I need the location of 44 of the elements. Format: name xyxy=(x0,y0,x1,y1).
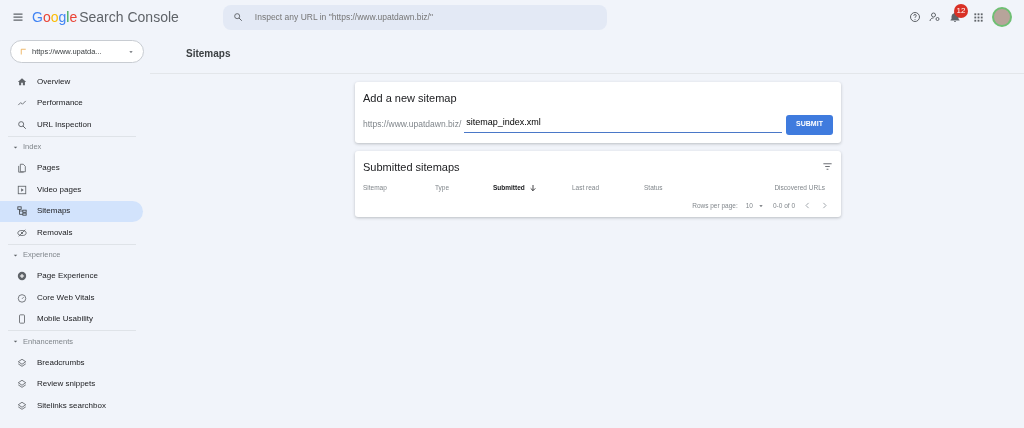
diamond-layers-icon xyxy=(17,379,27,390)
nav-item[interactable]: Sitemaps xyxy=(0,200,143,222)
gauge-icon xyxy=(17,292,27,303)
diamond-layers-icon xyxy=(17,400,27,411)
phone-icon xyxy=(17,314,27,325)
caret-icon xyxy=(12,338,19,345)
card-title: Add a new sitemap xyxy=(363,91,458,106)
notification-count: 12 xyxy=(954,3,968,18)
video-file-icon xyxy=(17,184,27,195)
plus-circle-icon xyxy=(17,271,27,282)
sort-down-arrow-icon xyxy=(528,183,537,192)
filter-icon[interactable] xyxy=(822,161,833,173)
brand-logo: Google xyxy=(32,7,78,27)
product-name: Search Console xyxy=(79,7,179,27)
page-title: Sitemaps xyxy=(150,34,1024,74)
nav-item[interactable]: Overview xyxy=(0,71,143,93)
nav-item[interactable]: Breadcrumbs xyxy=(0,352,143,374)
nav-item[interactable]: Core Web Vitals xyxy=(0,287,143,309)
property-icon xyxy=(19,47,28,56)
eye-slash-icon xyxy=(17,227,27,238)
nav-item[interactable]: Removals xyxy=(0,222,143,244)
sitemap-url-field[interactable]: sitemap_index.xml xyxy=(464,116,782,133)
nav-item[interactable]: Page Experience xyxy=(0,265,143,287)
nav-item[interactable]: URL Inspection xyxy=(0,114,143,136)
nav-item[interactable]: Performance xyxy=(0,92,143,114)
diamond-layers-icon xyxy=(17,357,27,368)
sitemap-icon xyxy=(17,206,27,217)
document-icon xyxy=(17,163,27,174)
nav-item[interactable]: Pages xyxy=(0,157,143,179)
nav-item[interactable]: Video pages xyxy=(0,179,143,201)
search-field[interactable]: Inspect any URL in "https://www.upatdawn.biz/" xyxy=(222,4,607,30)
card-title: Submitted sitemaps xyxy=(363,159,460,175)
url-prefix: https://www.upatdawn.biz/ xyxy=(363,118,462,131)
nav-item[interactable]: Review snippets xyxy=(0,373,143,395)
search-icon xyxy=(17,119,27,130)
help-icon[interactable] xyxy=(909,11,921,23)
nav-item[interactable]: Sitelinks searchbox xyxy=(0,395,143,417)
search-icon xyxy=(232,12,243,22)
menu-icon[interactable] xyxy=(12,11,24,23)
user-settings-icon[interactable] xyxy=(929,11,941,23)
nav-item[interactable]: Mobile Usability xyxy=(0,308,143,330)
avatar[interactable] xyxy=(992,7,1012,27)
home-icon xyxy=(17,76,27,87)
apps-grid-icon[interactable] xyxy=(973,11,984,23)
